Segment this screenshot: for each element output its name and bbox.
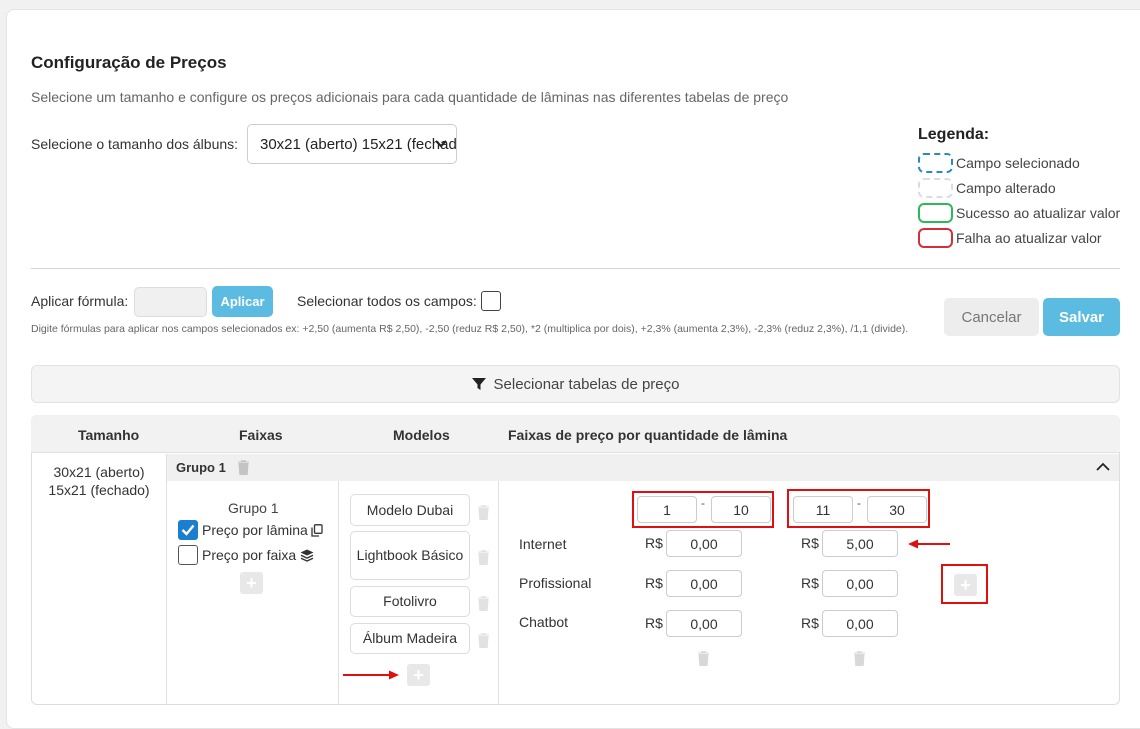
- legend-swatch-success: [918, 203, 953, 223]
- page-subtitle: Selecione um tamanho e configure os preç…: [31, 89, 789, 105]
- size-select-value: 30x21 (aberto) 15x21 (fechado): [260, 135, 457, 153]
- group-title: Grupo 1: [176, 460, 226, 475]
- select-all-checkbox[interactable]: [481, 291, 501, 311]
- range-from-input[interactable]: 11: [793, 496, 853, 523]
- price-input[interactable]: 0,00: [666, 570, 742, 597]
- price-per-range-checkbox[interactable]: [178, 545, 198, 565]
- arrow-right-annotation: [343, 670, 399, 680]
- layers-icon: [300, 549, 314, 562]
- legend-label: Sucesso ao atualizar valor: [956, 205, 1121, 221]
- range-from-input[interactable]: 1: [637, 496, 697, 523]
- column-divider: [498, 481, 499, 704]
- currency-label: R$: [645, 535, 663, 551]
- select-price-tables-button[interactable]: Selecionar tabelas de preço: [31, 365, 1120, 403]
- trash-icon[interactable]: [477, 633, 490, 648]
- currency-label: R$: [801, 575, 819, 591]
- price-row-label: Chatbot: [519, 614, 569, 630]
- formula-hint: Digite fórmulas para aplicar nos campos …: [31, 323, 909, 335]
- currency-label: R$: [801, 615, 819, 631]
- size-line-2: 15x21 (fechado): [48, 482, 150, 498]
- size-line-1: 30x21 (aberto): [53, 464, 145, 480]
- apply-formula-button[interactable]: Aplicar: [212, 286, 273, 317]
- trash-icon[interactable]: [477, 550, 490, 565]
- section-divider: [31, 268, 1120, 269]
- size-select[interactable]: 30x21 (aberto) 15x21 (fechado): [247, 124, 457, 164]
- legend-swatch-changed: [918, 178, 953, 198]
- trash-icon[interactable]: [477, 505, 490, 520]
- currency-label: R$: [645, 575, 663, 591]
- legend-item-selected: Campo selecionado: [918, 152, 1080, 174]
- header-models: Modelos: [393, 427, 450, 443]
- price-per-sheet-option[interactable]: Preço por lâmina: [178, 519, 323, 541]
- price-row-label: Internet: [519, 536, 567, 552]
- price-per-sheet-label: Preço por lâmina: [202, 522, 308, 538]
- chevron-up-icon[interactable]: [1096, 462, 1110, 472]
- page-title: Configuração de Preços: [31, 53, 227, 72]
- arrow-left-annotation: [908, 539, 950, 549]
- add-range-button[interactable]: +: [954, 574, 977, 596]
- legend-item-fail: Falha ao atualizar valor: [918, 227, 1102, 249]
- currency-label: R$: [645, 615, 663, 631]
- copy-icon[interactable]: [311, 523, 323, 537]
- filter-icon: [471, 378, 486, 390]
- select-all-label: Selecionar todos os campos:: [297, 293, 477, 309]
- header-ranges: Faixas: [239, 427, 283, 443]
- legend-swatch-selected: [918, 153, 953, 173]
- price-per-range-option[interactable]: Preço por faixa: [178, 544, 314, 566]
- filter-label: Selecionar tabelas de preço: [493, 375, 680, 393]
- size-select-label: Selecione o tamanho dos álbuns:: [31, 136, 239, 152]
- price-row-label: Profissional: [519, 575, 592, 591]
- price-input[interactable]: 5,00: [822, 530, 898, 557]
- faixa-group-label: Grupo 1: [228, 500, 279, 516]
- trash-icon[interactable]: [697, 651, 710, 666]
- cancel-button[interactable]: Cancelar: [944, 298, 1039, 336]
- size-cell: 30x21 (aberto) 15x21 (fechado): [40, 463, 158, 499]
- header-price-ranges: Faixas de preço por quantidade de lâmina: [508, 427, 788, 443]
- model-item[interactable]: Modelo Dubai: [350, 494, 470, 526]
- price-input[interactable]: 0,00: [666, 530, 742, 557]
- legend-swatch-fail: [918, 228, 953, 248]
- legend-label: Campo selecionado: [956, 155, 1080, 171]
- column-divider: [166, 454, 167, 704]
- trash-icon[interactable]: [853, 651, 866, 666]
- trash-icon[interactable]: [237, 460, 250, 475]
- range-separator: -: [857, 496, 861, 510]
- chevron-down-icon: [435, 140, 447, 148]
- model-item[interactable]: Lightbook Básico: [350, 531, 470, 580]
- price-input[interactable]: 0,00: [666, 610, 742, 637]
- add-faixa-button[interactable]: +: [240, 572, 263, 594]
- formula-input[interactable]: [134, 287, 207, 317]
- price-per-range-label: Preço por faixa: [202, 547, 297, 563]
- price-per-sheet-checkbox[interactable]: [178, 520, 198, 540]
- range-to-input[interactable]: 10: [711, 496, 771, 523]
- legend-title: Legenda:: [918, 126, 990, 143]
- model-item[interactable]: Álbum Madeira: [350, 623, 470, 654]
- range-separator: -: [701, 496, 705, 510]
- price-input[interactable]: 0,00: [822, 570, 898, 597]
- column-divider: [338, 481, 339, 704]
- group-header[interactable]: [167, 454, 1119, 481]
- legend-item-success: Sucesso ao atualizar valor: [918, 202, 1120, 224]
- price-input[interactable]: 0,00: [822, 610, 898, 637]
- add-model-button[interactable]: +: [407, 664, 430, 686]
- legend-label: Campo alterado: [956, 180, 1056, 196]
- trash-icon[interactable]: [477, 596, 490, 611]
- legend-label: Falha ao atualizar valor: [956, 230, 1102, 246]
- formula-label: Aplicar fórmula:: [31, 293, 129, 309]
- checkmark-icon: [181, 524, 195, 536]
- legend-item-changed: Campo alterado: [918, 177, 1056, 199]
- save-button[interactable]: Salvar: [1043, 298, 1120, 336]
- range-to-input[interactable]: 30: [867, 496, 927, 523]
- model-item[interactable]: Fotolivro: [350, 586, 470, 617]
- currency-label: R$: [801, 535, 819, 551]
- header-size: Tamanho: [78, 427, 140, 443]
